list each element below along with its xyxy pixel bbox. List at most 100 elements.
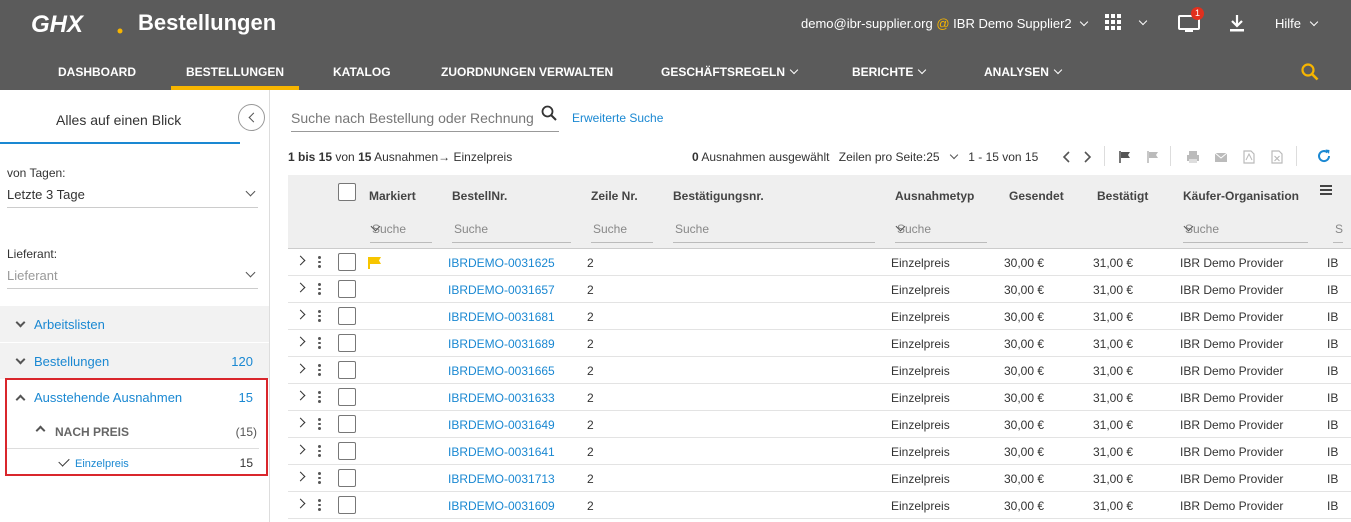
row-checkbox[interactable] [338, 307, 356, 325]
select-all-checkbox[interactable] [338, 183, 356, 201]
row-actions-icon[interactable] [318, 310, 321, 323]
flagged-filter[interactable]: Suche [370, 221, 432, 243]
search-icon[interactable] [1301, 63, 1319, 81]
supplier-select[interactable]: Lieferant [7, 265, 258, 289]
col-exception-type[interactable]: Ausnahmetyp [895, 189, 974, 203]
line-no-filter[interactable]: Suche [591, 221, 653, 243]
confirmation-no-filter[interactable]: Suche [673, 221, 875, 243]
search-icon[interactable] [541, 105, 557, 121]
download-icon[interactable] [1229, 14, 1245, 32]
row-actions-icon[interactable] [318, 472, 321, 485]
table-row[interactable]: IBRDEMO-0031625 2 Einzelpreis 30,00 € 31,00 … [288, 249, 1351, 276]
next-col-filter[interactable]: S [1333, 221, 1343, 243]
column-menu-icon[interactable] [1320, 185, 1332, 195]
nav-geschaeftsregeln[interactable]: GESCHÄFTSREGELN [661, 65, 799, 79]
col-sent[interactable]: Gesendet [1009, 189, 1064, 203]
apps-chevron-down-icon[interactable] [1138, 16, 1148, 26]
table-row[interactable]: IBRDEMO-0031657 2 Einzelpreis 30,00 € 31,00 … [288, 276, 1351, 303]
expand-row-icon[interactable] [295, 255, 306, 266]
table-row[interactable]: IBRDEMO-0031713 2 Einzelpreis 30,00 € 31,00 … [288, 465, 1351, 492]
tab-at-a-glance[interactable]: Alles auf einen Blick [0, 90, 240, 144]
row-checkbox[interactable] [338, 469, 356, 487]
nav-zuordnungen[interactable]: ZUORDNUNGEN VERWALTEN [441, 65, 613, 79]
row-checkbox[interactable] [338, 280, 356, 298]
row-actions-icon[interactable] [318, 337, 321, 350]
table-row[interactable]: IBRDEMO-0031609 2 Einzelpreis 30,00 € 31,00 … [288, 492, 1351, 519]
apps-grid-icon[interactable] [1105, 14, 1121, 30]
buyer-org-filter[interactable]: Suche [1183, 221, 1308, 243]
tree-worklists[interactable]: Arbeitslisten [0, 306, 269, 343]
col-buyer-org[interactable]: Käufer-Organisation [1183, 189, 1299, 203]
next-page-icon[interactable] [1080, 150, 1094, 164]
row-checkbox[interactable] [338, 388, 356, 406]
col-flagged[interactable]: Markiert [369, 189, 416, 203]
help-menu[interactable]: Hilfe [1275, 16, 1318, 31]
col-order-no[interactable]: BestellNr. [452, 189, 507, 203]
pdf-icon[interactable] [1242, 150, 1256, 164]
email-icon[interactable] [1214, 150, 1228, 164]
order-number-link[interactable]: IBRDEMO-0031625 [448, 256, 555, 270]
nav-analysen[interactable]: ANALYSEN [984, 65, 1063, 79]
table-row[interactable]: IBRDEMO-0031641 2 Einzelpreis 30,00 € 31,00 … [288, 438, 1351, 465]
order-number-link[interactable]: IBRDEMO-0031633 [448, 391, 555, 405]
advanced-search-link[interactable]: Erweiterte Suche [572, 111, 663, 125]
excel-icon[interactable] [1270, 150, 1284, 164]
order-number-link[interactable]: IBRDEMO-0031609 [448, 499, 555, 513]
nav-dashboard[interactable]: DASHBOARD [58, 65, 136, 79]
order-number-link[interactable]: IBRDEMO-0031657 [448, 283, 555, 297]
chevron-down-icon[interactable] [949, 150, 959, 160]
order-number-link[interactable]: IBRDEMO-0031641 [448, 445, 555, 459]
tree-orders[interactable]: Bestellungen 120 [0, 343, 269, 380]
row-checkbox[interactable] [338, 415, 356, 433]
row-actions-icon[interactable] [318, 256, 321, 269]
row-actions-icon[interactable] [318, 499, 321, 512]
col-confirmation-no[interactable]: Bestätigungsnr. [673, 189, 764, 203]
prev-page-icon[interactable] [1060, 150, 1074, 164]
order-number-link[interactable]: IBRDEMO-0031681 [448, 310, 555, 324]
order-number-link[interactable]: IBRDEMO-0031649 [448, 418, 555, 432]
table-row[interactable]: IBRDEMO-0031689 2 Einzelpreis 30,00 € 31,00 … [288, 330, 1351, 357]
nav-katalog[interactable]: KATALOG [333, 65, 391, 79]
days-select[interactable]: Letzte 3 Tage [7, 184, 258, 208]
row-actions-icon[interactable] [318, 364, 321, 377]
table-row[interactable]: IBRDEMO-0031649 2 Einzelpreis 30,00 € 31,00 … [288, 411, 1351, 438]
order-number-link[interactable]: IBRDEMO-0031665 [448, 364, 555, 378]
row-actions-icon[interactable] [318, 445, 321, 458]
exception-type-filter[interactable]: Suche [895, 221, 987, 243]
expand-row-icon[interactable] [295, 417, 306, 428]
expand-row-icon[interactable] [295, 498, 306, 509]
expand-row-icon[interactable] [295, 282, 306, 293]
print-icon[interactable] [1186, 150, 1200, 164]
expand-row-icon[interactable] [295, 309, 306, 320]
collapse-sidebar-button[interactable] [238, 104, 265, 131]
row-checkbox[interactable] [338, 253, 356, 271]
row-actions-icon[interactable] [318, 283, 321, 296]
row-checkbox[interactable] [338, 442, 356, 460]
col-confirmed[interactable]: Bestätigt [1097, 189, 1148, 203]
row-actions-icon[interactable] [318, 391, 321, 404]
order-number-link[interactable]: IBRDEMO-0031689 [448, 337, 555, 351]
row-actions-icon[interactable] [318, 418, 321, 431]
row-checkbox[interactable] [338, 361, 356, 379]
table-row[interactable]: IBRDEMO-0031633 2 Einzelpreis 30,00 € 31,00 … [288, 384, 1351, 411]
table-row[interactable]: IBRDEMO-0031681 2 Einzelpreis 30,00 € 31,00 … [288, 303, 1351, 330]
order-search-input[interactable] [291, 110, 536, 126]
expand-row-icon[interactable] [295, 471, 306, 482]
col-line-no[interactable]: Zeile Nr. [591, 189, 638, 203]
user-menu[interactable]: demo@ibr-supplier.org @ IBR Demo Supplie… [801, 16, 1089, 31]
expand-row-icon[interactable] [295, 444, 306, 455]
table-row[interactable]: IBRDEMO-0031665 2 Einzelpreis 30,00 € 31,00 … [288, 357, 1351, 384]
unflag-icon[interactable] [1146, 150, 1160, 164]
expand-row-icon[interactable] [295, 390, 306, 401]
row-checkbox[interactable] [338, 334, 356, 352]
rows-per-page-select[interactable]: 25 [926, 150, 939, 164]
ghx-logo[interactable]: GHX [31, 12, 123, 36]
order-no-filter[interactable]: Suche [452, 221, 571, 243]
row-checkbox[interactable] [338, 496, 356, 514]
expand-row-icon[interactable] [295, 363, 306, 374]
flag-icon[interactable] [1118, 150, 1132, 164]
order-number-link[interactable]: IBRDEMO-0031713 [448, 472, 555, 486]
nav-bestellungen[interactable]: BESTELLUNGEN [170, 65, 300, 90]
refresh-icon[interactable] [1316, 148, 1332, 164]
expand-row-icon[interactable] [295, 336, 306, 347]
